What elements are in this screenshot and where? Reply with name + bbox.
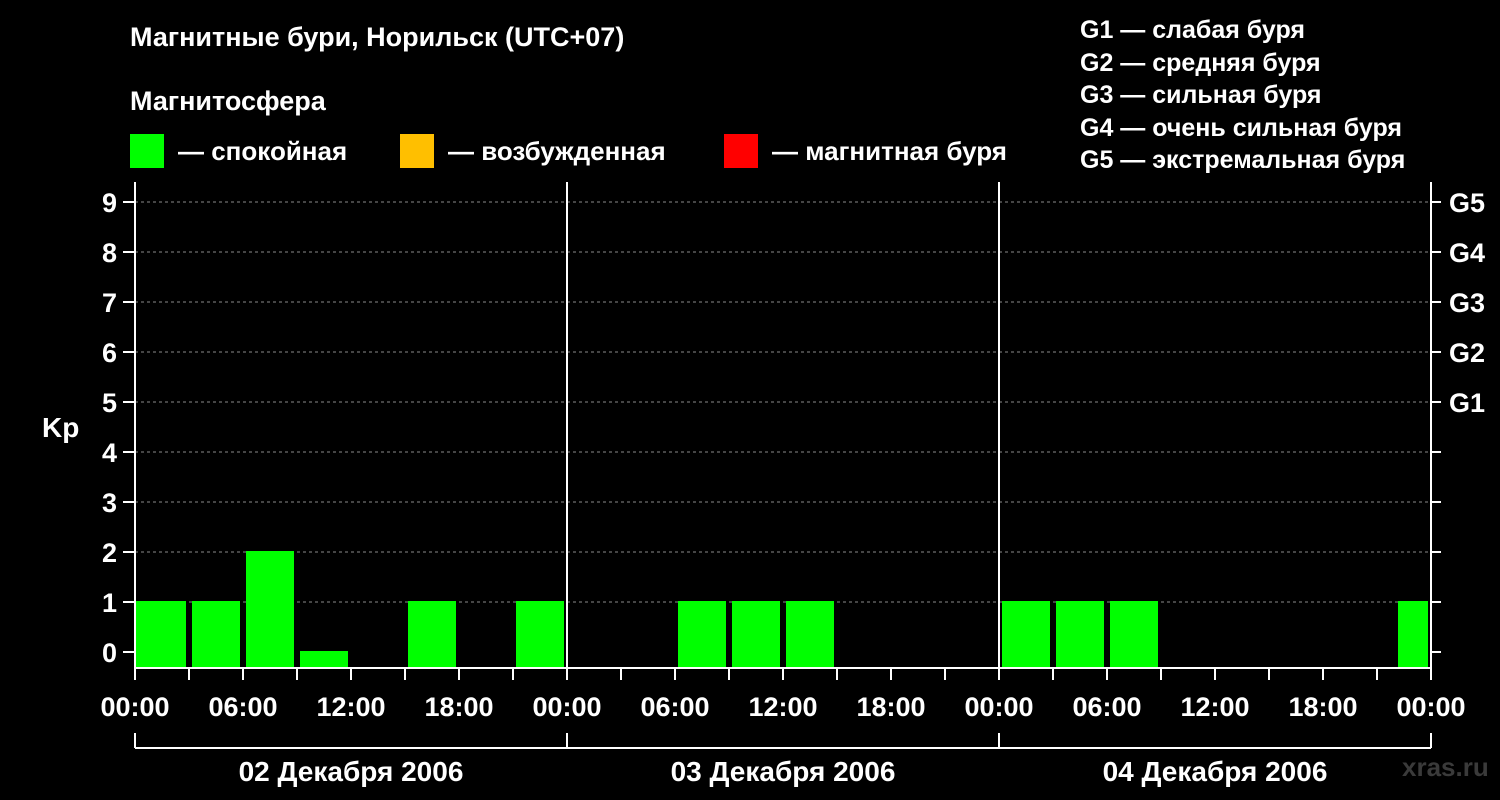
kp-bar	[1056, 601, 1104, 668]
x-tick-label: 00:00	[964, 692, 1033, 722]
x-tick-label: 18:00	[1288, 692, 1357, 722]
kp-bar	[192, 601, 240, 668]
kp-bar-chart: 0 1 2 3 4 5 6 7 8 9 G1 G2 G3 G4 G5 Kp 00:00 06:00 12:00 18:…	[42, 182, 1485, 787]
kp-bar	[1398, 601, 1428, 668]
kp-bar	[516, 601, 564, 668]
kp-bar	[1110, 601, 1158, 668]
x-tick-label: 18:00	[856, 692, 925, 722]
y-tick-label: 1	[102, 588, 117, 618]
day-label: 03 Декабря 2006	[671, 756, 896, 787]
kp-bar	[246, 551, 294, 668]
y-tick-label: 7	[102, 288, 117, 318]
day-label: 04 Декабря 2006	[1103, 756, 1328, 787]
y-axis-title: Kp	[42, 412, 79, 443]
x-tick-label: 06:00	[1072, 692, 1141, 722]
kp-bar	[786, 601, 834, 668]
x-tick-label: 12:00	[316, 692, 385, 722]
storm-level-label: G2	[1449, 338, 1485, 368]
x-tick-label: 12:00	[1180, 692, 1249, 722]
x-tick-label: 00:00	[532, 692, 601, 722]
y-tick-label: 5	[102, 388, 117, 418]
y-tick-label: 9	[102, 188, 117, 218]
x-tick-label: 12:00	[748, 692, 817, 722]
day-label: 02 Декабря 2006	[239, 756, 464, 787]
storm-level-label: G3	[1449, 288, 1485, 318]
x-tick-label: 06:00	[640, 692, 709, 722]
watermark: xras.ru	[1402, 752, 1489, 782]
kp-bar	[408, 601, 456, 668]
y-tick-label: 0	[102, 638, 117, 668]
kp-bar	[136, 601, 186, 668]
storm-level-label: G1	[1449, 388, 1485, 418]
kp-bar	[678, 601, 726, 668]
y-tick-label: 8	[102, 238, 117, 268]
storm-level-label: G5	[1449, 188, 1485, 218]
x-tick-label: 06:00	[208, 692, 277, 722]
y-tick-label: 6	[102, 338, 117, 368]
x-tick-label: 00:00	[100, 692, 169, 722]
kp-bar	[1002, 601, 1050, 668]
kp-bar	[300, 651, 348, 668]
y-tick-label: 3	[102, 488, 117, 518]
x-tick-label: 18:00	[424, 692, 493, 722]
y-tick-label: 4	[102, 438, 117, 468]
y-tick-label: 2	[102, 538, 117, 568]
x-tick-label: 00:00	[1396, 692, 1465, 722]
storm-level-label: G4	[1449, 238, 1485, 268]
kp-bar	[732, 601, 780, 668]
